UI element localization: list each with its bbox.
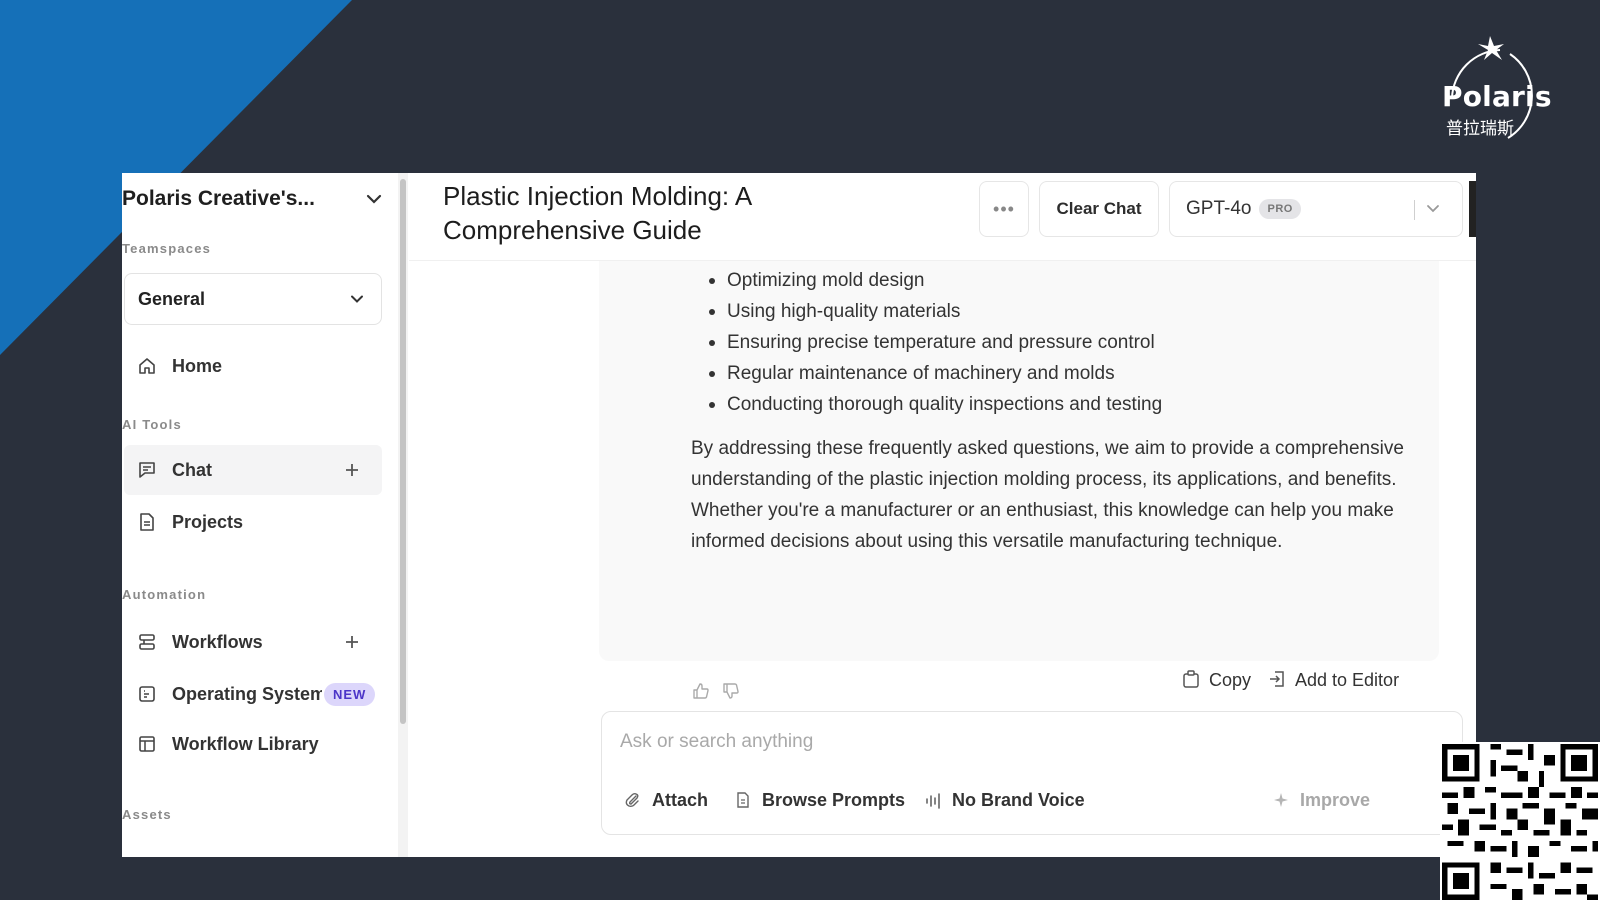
add-to-editor-button[interactable]: Add to Editor bbox=[1267, 669, 1399, 691]
chat-header: Plastic Injection Molding: A Comprehensi… bbox=[409, 173, 1476, 261]
assistant-message: Optimizing mold design Using high-qualit… bbox=[599, 261, 1439, 699]
add-to-editor-label: Add to Editor bbox=[1295, 669, 1400, 690]
sidebar-item-workflows[interactable]: Workflows bbox=[124, 617, 382, 667]
chat-input[interactable] bbox=[620, 724, 1420, 760]
list-item: Using high-quality materials bbox=[709, 296, 1162, 327]
sidebar-item-label: Workflow Library bbox=[172, 733, 319, 754]
teamspaces-section-label: Teamspaces bbox=[122, 241, 212, 256]
sidebar: Polaris Creative's... Teamspaces General… bbox=[122, 173, 408, 857]
sidebar-item-home[interactable]: Home bbox=[124, 341, 382, 391]
ai-tools-section-label: AI Tools bbox=[122, 417, 182, 432]
library-icon bbox=[136, 733, 158, 755]
chat-main: Plastic Injection Molding: A Comprehensi… bbox=[409, 173, 1476, 857]
composer: Attach Browse Prompts No Brand Voice bbox=[601, 711, 1463, 835]
waveform-icon bbox=[924, 791, 944, 811]
brand-name: Polaris bbox=[1442, 80, 1552, 113]
app-window: Polaris Creative's... Teamspaces General… bbox=[122, 173, 1476, 857]
brand-voice-button[interactable]: No Brand Voice bbox=[924, 790, 1085, 811]
assets-section-label: Assets bbox=[122, 807, 172, 822]
attach-label: Attach bbox=[652, 790, 709, 810]
add-workflow-icon[interactable] bbox=[340, 630, 364, 654]
home-icon bbox=[136, 355, 158, 377]
workflow-icon bbox=[136, 631, 158, 653]
dashboard-icon bbox=[136, 683, 158, 705]
list-item: Regular maintenance of machinery and mol… bbox=[709, 358, 1162, 389]
clear-chat-button[interactable]: Clear Chat bbox=[1039, 181, 1159, 237]
list-item: Optimizing mold design bbox=[709, 265, 1162, 296]
sidebar-item-label: Workflows bbox=[172, 631, 263, 652]
list-item: Conducting thorough quality inspections … bbox=[709, 389, 1162, 420]
add-chat-icon[interactable] bbox=[340, 458, 364, 482]
sidebar-item-label: Chat bbox=[172, 459, 212, 480]
model-select[interactable]: GPT-4o PRO bbox=[1169, 181, 1463, 237]
message-bullet-list: Optimizing mold design Using high-qualit… bbox=[709, 265, 1162, 420]
sidebar-item-label: Projects bbox=[172, 511, 244, 532]
improve-label: Improve bbox=[1300, 790, 1371, 810]
pro-badge: PRO bbox=[1259, 199, 1301, 219]
qr-code bbox=[1440, 742, 1600, 900]
model-select-divider bbox=[1414, 200, 1415, 220]
prompt-book-icon bbox=[734, 791, 754, 811]
document-icon bbox=[136, 511, 158, 533]
slide: Polaris 普拉瑞斯 Polaris Creative's... Teams… bbox=[0, 0, 1600, 900]
sidebar-item-operating-system[interactable]: Operating System NEW bbox=[124, 669, 382, 719]
sidebar-item-chat[interactable]: Chat bbox=[124, 445, 382, 495]
sidebar-scrollbar-thumb[interactable] bbox=[400, 179, 406, 724]
brand-subtitle: 普拉瑞斯 bbox=[1446, 119, 1514, 139]
chat-icon bbox=[136, 459, 158, 481]
improve-button[interactable]: Improve bbox=[1272, 790, 1370, 811]
brand-logo: Polaris 普拉瑞斯 bbox=[1428, 36, 1558, 146]
sidebar-item-workflow-library[interactable]: Workflow Library bbox=[124, 719, 382, 769]
new-badge: NEW bbox=[324, 682, 376, 706]
clipboard-icon bbox=[1181, 669, 1203, 691]
browse-prompts-label: Browse Prompts bbox=[762, 790, 906, 810]
teamspace-value: General bbox=[138, 288, 206, 309]
attach-button[interactable]: Attach bbox=[624, 790, 708, 811]
teamspace-select[interactable]: General bbox=[124, 273, 382, 325]
copy-label: Copy bbox=[1209, 669, 1252, 690]
sparkle-icon bbox=[1272, 791, 1292, 811]
page-title: Plastic Injection Molding: A Comprehensi… bbox=[443, 181, 751, 245]
message-paragraph: By addressing these frequently asked que… bbox=[691, 438, 1404, 552]
more-options-button[interactable]: ••• bbox=[979, 181, 1029, 237]
model-name: GPT-4o bbox=[1186, 198, 1252, 219]
header-edge bbox=[1469, 181, 1476, 237]
list-item: Ensuring precise temperature and pressur… bbox=[709, 327, 1162, 358]
workspace-name: Polaris Creative's... bbox=[122, 187, 315, 210]
sidebar-item-projects[interactable]: Projects bbox=[124, 497, 382, 547]
thumbs-down-icon[interactable] bbox=[721, 681, 743, 703]
automation-section-label: Automation bbox=[122, 587, 207, 602]
sidebar-item-label: Home bbox=[172, 355, 223, 376]
chevron-down-icon bbox=[347, 289, 367, 309]
workspace-switcher[interactable]: Polaris Creative's... bbox=[122, 183, 384, 215]
paperclip-icon bbox=[624, 791, 644, 811]
sidebar-item-label: Operating System bbox=[172, 683, 322, 704]
brand-voice-label: No Brand Voice bbox=[952, 790, 1085, 810]
chevron-down-icon bbox=[364, 189, 384, 209]
browse-prompts-button[interactable]: Browse Prompts bbox=[734, 790, 905, 811]
add-to-editor-icon bbox=[1267, 669, 1289, 691]
thumbs-up-icon[interactable] bbox=[691, 681, 713, 703]
copy-button[interactable]: Copy bbox=[1181, 669, 1251, 691]
chevron-down-icon bbox=[1424, 199, 1442, 222]
